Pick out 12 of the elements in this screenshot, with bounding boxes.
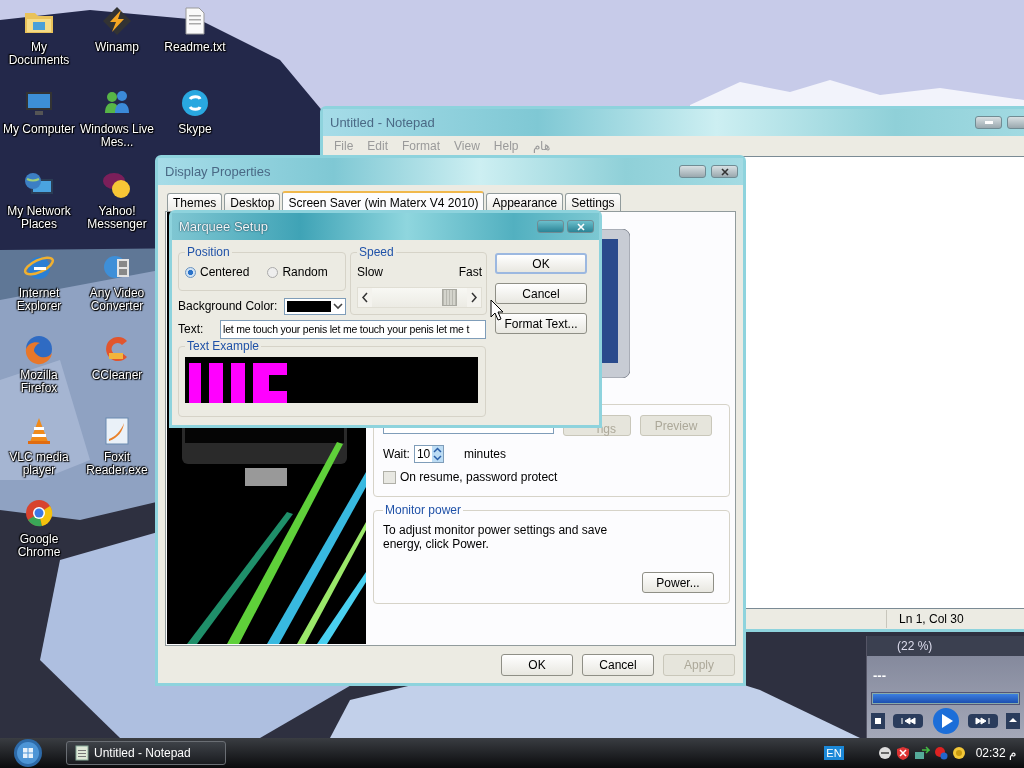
status-text: Ln 1, Col 30	[886, 610, 964, 628]
monitor-power-text: To adjust monitor power settings and save energy, click Power.	[383, 523, 609, 551]
dialog-button[interactable]: Cancel	[582, 654, 654, 676]
track-title: ---	[873, 670, 887, 682]
clock: 02:32 م	[975, 746, 1016, 760]
taskbar-button[interactable]: Untitled - Notepad	[66, 741, 226, 765]
status-text: (22 %)	[897, 639, 933, 653]
language-indicator[interactable]: EN	[824, 746, 844, 760]
group-legend: Monitor power	[383, 503, 464, 517]
icon-label: Google Chrome	[16, 533, 62, 559]
dialog-button[interactable]: OK	[501, 654, 573, 676]
power-button[interactable]: Power...	[642, 572, 714, 593]
